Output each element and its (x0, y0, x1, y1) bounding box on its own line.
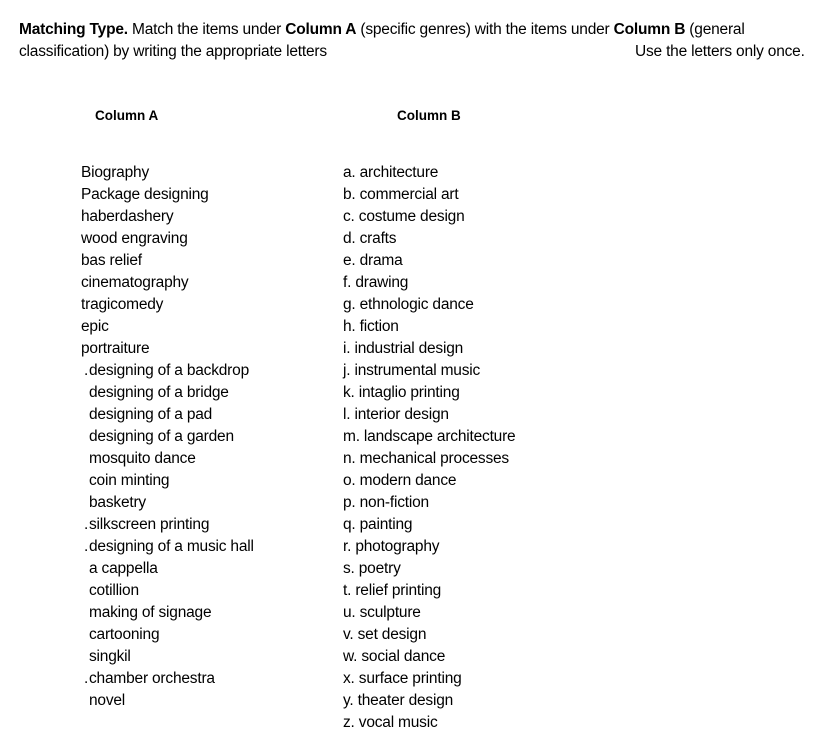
column-b-item: a. architecture (343, 164, 439, 181)
column-a-header: Column A (95, 108, 159, 123)
column-b-item: u. sculpture (343, 604, 421, 621)
column-a-item-text: designing of a backdrop (89, 362, 249, 379)
column-b-item: m. landscape architecture (343, 428, 516, 445)
column-a-item-text: Package designing (81, 186, 209, 203)
column-a-item: wood engraving (81, 228, 254, 250)
instructions-text: (specific genres) with the items under (356, 21, 614, 38)
column-b-item: c. costume design (343, 208, 465, 225)
column-a-item: designing of a pad (81, 404, 254, 426)
column-b-item: h. fiction (343, 318, 399, 335)
instructions-note: Use the letters only once. (635, 43, 805, 60)
instructions-text: (general (685, 21, 745, 38)
column-a-item-text: mosquito dance (89, 450, 196, 467)
column-b-item: r. photography (343, 538, 440, 555)
column-a-item: cinematography (81, 272, 254, 294)
column-b-item: y. theater design (343, 692, 454, 709)
instructions-line-1: Matching Type. Match the items under Col… (19, 19, 831, 41)
column-a-item-text: haberdashery (81, 208, 174, 225)
column-a-item-text: portraiture (81, 340, 150, 357)
column-a-item-text: designing of a garden (89, 428, 234, 445)
column-b-item: t. relief printing (343, 582, 442, 599)
column-a-item: coin minting (81, 470, 254, 492)
column-b-item: v. set design (343, 626, 427, 643)
column-a-item-text: cotillion (89, 582, 139, 599)
column-a-item: mosquito dance (81, 448, 254, 470)
column-a-item: making of signage (81, 602, 254, 624)
column-a-item: Biography (81, 162, 254, 184)
column-a-item: basketry (81, 492, 254, 514)
column-a-item-text: cartooning (89, 626, 160, 643)
column-a-item-text: designing of a bridge (89, 384, 229, 401)
column-a-item-text: chamber orchestra (89, 670, 215, 687)
column-a-item: singkil (81, 646, 254, 668)
bullet-dot-icon: . (84, 516, 89, 533)
column-b-item: q. painting (343, 516, 413, 533)
bullet-dot-icon: . (84, 538, 89, 555)
column-a-item: cotillion (81, 580, 254, 602)
column-b-item: g. ethnologic dance (343, 296, 474, 313)
column-b-item: s. poetry (343, 560, 401, 577)
column-a-item: epic (81, 316, 254, 338)
bullet-dot-icon: . (84, 670, 89, 687)
column-a-item: cartooning (81, 624, 254, 646)
column-a-item-text: singkil (89, 648, 131, 665)
column-b-item: z. vocal music (343, 714, 438, 731)
column-a-item-text: silkscreen printing (89, 516, 210, 533)
column-a-item: portraiture (81, 338, 254, 360)
instructions: Matching Type. Match the items under Col… (19, 19, 831, 63)
column-b-item: p. non-fiction (343, 494, 429, 511)
column-a-item-text: tragicomedy (81, 296, 164, 313)
column-a-item-text: coin minting (89, 472, 170, 489)
column-a-item-text: designing of a pad (89, 406, 213, 423)
column-a-item: . chamber orchestra (81, 668, 254, 690)
column-b-item: k. intaglio printing (343, 384, 460, 401)
column-a-item-text: bas relief (81, 252, 142, 269)
column-a-reference: Column A (285, 21, 357, 38)
column-a-item: a cappella (81, 558, 254, 580)
column-a-item-text: making of signage (89, 604, 212, 621)
column-b-list: a. architecture b. commercial art c. costu… (343, 162, 516, 734)
column-a-item-text: novel (89, 692, 126, 709)
instructions-title: Matching Type. (19, 21, 128, 38)
column-b-reference: Column B (613, 21, 686, 38)
column-b-item: l. interior design (343, 406, 449, 423)
column-a-item: bas relief (81, 250, 254, 272)
column-b-item: w. social dance (343, 648, 446, 665)
instructions-text: classification) by writing the appropria… (19, 43, 327, 60)
column-b-item: f. drawing (343, 274, 409, 291)
column-a-item: novel (81, 690, 254, 712)
column-a-item-text: wood engraving (81, 230, 188, 247)
column-a-list: Biography Package designing haberdashery wo… (81, 162, 254, 712)
instructions-line-2: classification) by writing the appropria… (19, 41, 831, 63)
column-a-item: tragicomedy (81, 294, 254, 316)
column-a-item: Package designing (81, 184, 254, 206)
bullet-dot-icon: . (84, 362, 89, 379)
column-a-item: designing of a bridge (81, 382, 254, 404)
column-a-item-text: epic (81, 318, 109, 335)
column-a-item-text: designing of a music hall (89, 538, 254, 555)
column-b-header: Column B (397, 108, 461, 123)
column-b-item: e. drama (343, 252, 403, 269)
column-a-item-text: cinematography (81, 274, 189, 291)
column-a-item: haberdashery (81, 206, 254, 228)
column-b-item: o. modern dance (343, 472, 457, 489)
column-a-item-text: Biography (81, 164, 149, 181)
column-a-item: . silkscreen printing (81, 514, 254, 536)
column-b-item: i. industrial design (343, 340, 464, 357)
instructions-text: Match the items under (127, 21, 286, 38)
column-a-item: . designing of a music hall (81, 536, 254, 558)
column-b-item: b. commercial art (343, 186, 459, 203)
column-b-item: d. crafts (343, 230, 397, 247)
column-a-item: designing of a garden (81, 426, 254, 448)
column-b-item: n. mechanical processes (343, 450, 509, 467)
column-a-item-text: a cappella (89, 560, 158, 577)
column-b-item: j. instrumental music (343, 362, 481, 379)
column-b-item: x. surface printing (343, 670, 462, 687)
column-a-item: . designing of a backdrop (81, 360, 254, 382)
column-a-item-text: basketry (89, 494, 146, 511)
